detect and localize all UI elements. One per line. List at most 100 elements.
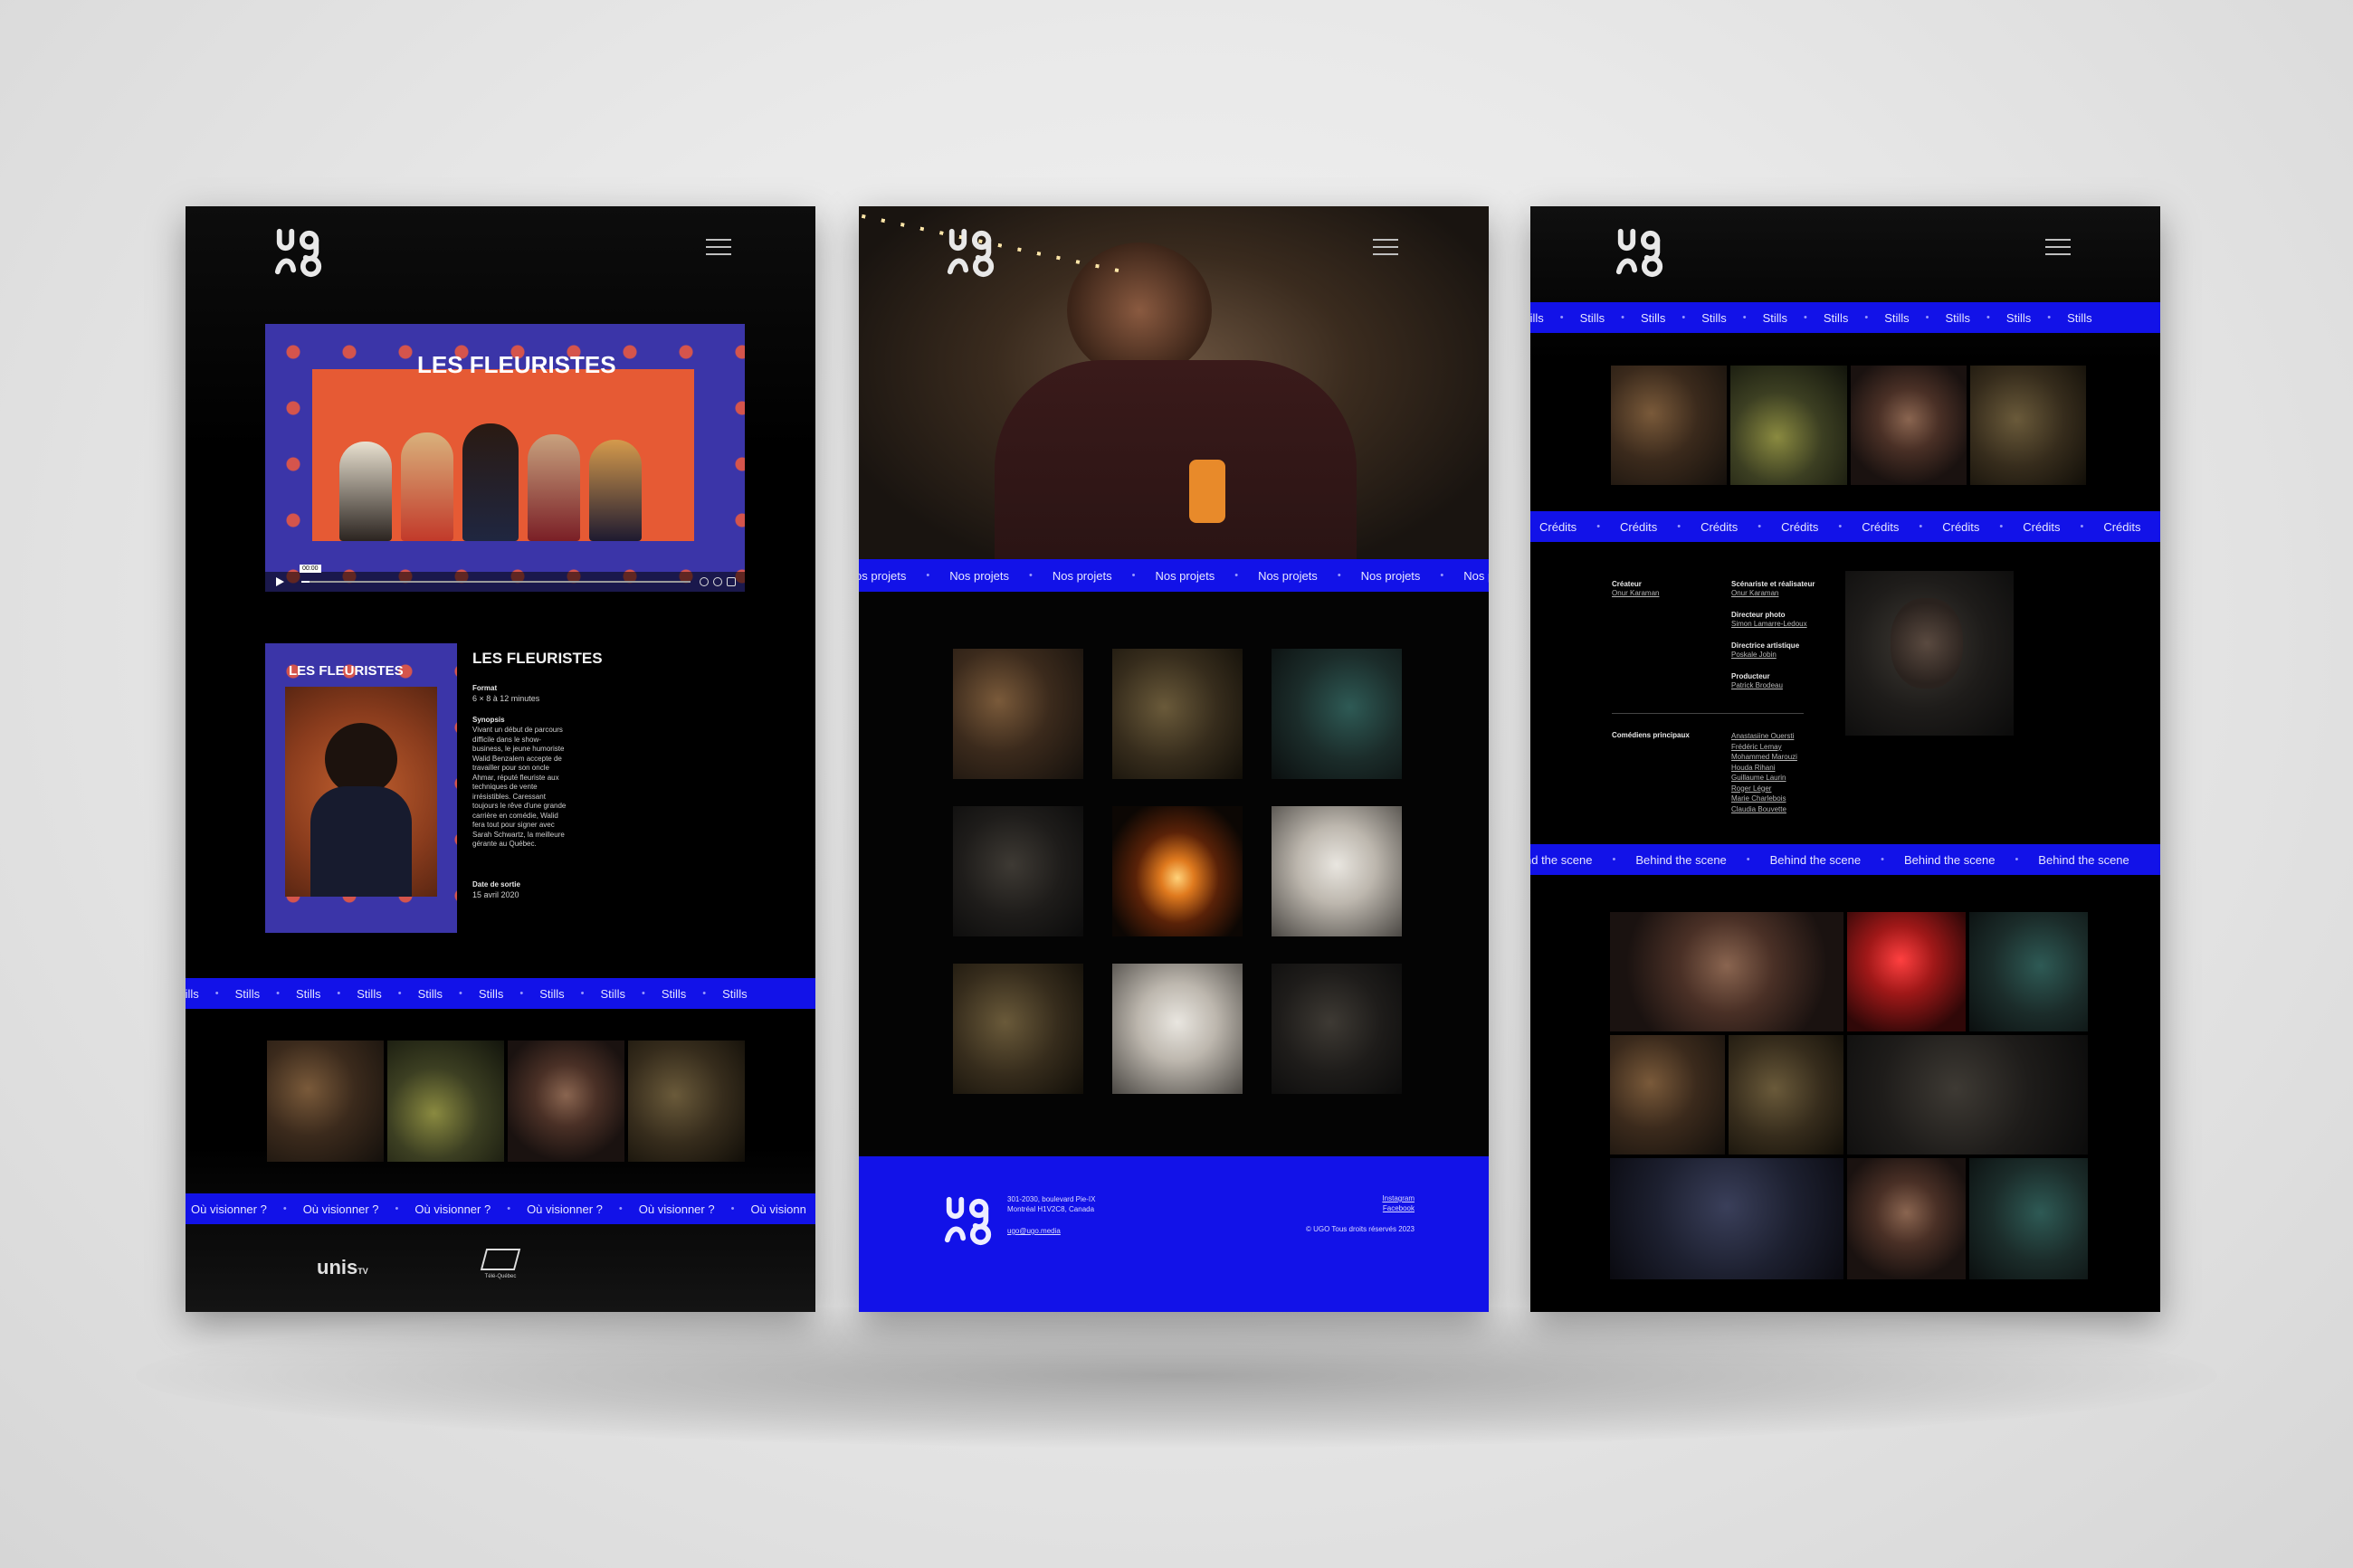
ticker-label[interactable]: Stills [601, 987, 625, 1001]
still-image[interactable] [1730, 366, 1847, 485]
project-thumbnail[interactable] [953, 806, 1083, 936]
ugo-logo[interactable] [272, 226, 325, 279]
ticker-label[interactable]: Où visionner ? [303, 1202, 379, 1216]
ticker-label[interactable]: Où visionn [750, 1202, 805, 1216]
cast-member[interactable]: Guillaume Laurin [1731, 773, 1797, 784]
ticker-label[interactable]: tills [1530, 311, 1544, 325]
cast-member[interactable]: Frédéric Lemay [1731, 742, 1797, 753]
ticker-label[interactable]: Nos projets [1258, 569, 1318, 583]
ticker-label[interactable]: Crédits [2103, 520, 2140, 534]
ugo-logo[interactable] [1614, 226, 1666, 279]
video-progress-bar[interactable] [301, 581, 691, 583]
ticker-label[interactable]: Crédits [1942, 520, 1979, 534]
ticker-label[interactable]: Nos projets [1361, 569, 1421, 583]
ticker-label[interactable]: Où visionner ? [527, 1202, 603, 1216]
ticker-label[interactable]: Stills [296, 987, 320, 1001]
cast-member[interactable]: Anastasiine Ouersti [1731, 731, 1797, 742]
project-thumbnail[interactable] [1112, 806, 1243, 936]
fullscreen-icon[interactable] [727, 577, 736, 586]
ticker-label[interactable]: Crédits [1620, 520, 1657, 534]
bts-image[interactable] [1610, 1158, 1843, 1279]
ticker-label[interactable]: Stills [1946, 311, 1970, 325]
ticker-label[interactable]: Nos projets [949, 569, 1009, 583]
dop-name[interactable]: Simon Lamarre-Ledoux [1731, 620, 1807, 628]
ticker-label[interactable]: Stills [1824, 311, 1848, 325]
ticker-label[interactable]: Stills [1884, 311, 1909, 325]
ticker-label[interactable]: Stills [722, 987, 747, 1001]
unistv-logo[interactable]: unisTV [317, 1256, 368, 1279]
ticker-label[interactable]: Behind the scene [1904, 853, 1995, 867]
cast-member[interactable]: Houda Rihani [1731, 763, 1797, 774]
cast-member[interactable]: Mohammed Marouzi [1731, 752, 1797, 763]
video-player[interactable]: LES FLEURISTES 00:00 [265, 324, 745, 592]
ticker-label[interactable]: Nos projets [1053, 569, 1112, 583]
bts-image[interactable] [1610, 912, 1843, 1031]
ticker-label[interactable]: Nos pro [1463, 569, 1489, 583]
settings-icon[interactable] [713, 577, 722, 586]
hamburger-menu-icon[interactable] [1373, 239, 1398, 257]
volume-icon[interactable] [700, 577, 709, 586]
ticker-label[interactable]: Nos projets [1155, 569, 1215, 583]
ticker-label[interactable]: Où visionner ? [191, 1202, 267, 1216]
project-thumbnail[interactable] [1112, 649, 1243, 779]
still-image[interactable] [387, 1041, 504, 1162]
bts-image[interactable] [1969, 912, 2088, 1031]
ticker-label[interactable]: Stills [479, 987, 503, 1001]
ticker-label[interactable]: os projets [859, 569, 906, 583]
ticker-label[interactable]: Stills [1641, 311, 1665, 325]
ticker-label[interactable]: Stills [2067, 311, 2091, 325]
ticker-label[interactable]: Crédits [1539, 520, 1577, 534]
project-thumbnail[interactable] [1112, 964, 1243, 1094]
ticker-label[interactable]: Crédits [2023, 520, 2060, 534]
hamburger-menu-icon[interactable] [706, 239, 731, 257]
ticker-label[interactable]: Crédits [1781, 520, 1818, 534]
cast-member[interactable]: Claudia Bouvette [1731, 804, 1797, 815]
hamburger-menu-icon[interactable] [2045, 239, 2071, 257]
project-thumbnail[interactable] [953, 649, 1083, 779]
ticker-label[interactable]: Behind the scene [1770, 853, 1861, 867]
ticker-label[interactable]: Crédits [1700, 520, 1738, 534]
footer-email-link[interactable]: ugo@ugo.media [1007, 1227, 1061, 1235]
telequebec-logo[interactable]: Télé-Québec [480, 1249, 521, 1279]
creator-name[interactable]: Onur Karaman [1612, 589, 1659, 597]
bts-image[interactable] [1847, 912, 1966, 1031]
bts-image[interactable] [1729, 1035, 1843, 1155]
ugo-logo-footer[interactable] [942, 1194, 995, 1247]
cast-member[interactable]: Marie Charlebois [1731, 794, 1797, 804]
ticker-label[interactable]: Où visionner ? [414, 1202, 491, 1216]
still-image[interactable] [628, 1041, 745, 1162]
footer-facebook-link[interactable]: Facebook [1383, 1204, 1415, 1212]
still-image[interactable] [1611, 366, 1728, 485]
footer-instagram-link[interactable]: Instagram [1382, 1194, 1415, 1202]
still-image[interactable] [267, 1041, 384, 1162]
ugo-logo[interactable] [945, 226, 997, 279]
project-thumbnail[interactable] [1272, 964, 1402, 1094]
ticker-label[interactable]: nd the scene [1530, 853, 1592, 867]
ticker-label[interactable]: Behind the scene [1635, 853, 1726, 867]
ticker-label[interactable]: Behind the scene [2038, 853, 2129, 867]
still-image[interactable] [1850, 366, 1967, 485]
ticker-label[interactable]: Crédits [1862, 520, 1899, 534]
ticker-label[interactable]: Stills [1763, 311, 1787, 325]
ticker-label[interactable]: Stills [235, 987, 260, 1001]
producer-name[interactable]: Patrick Brodeau [1731, 681, 1783, 689]
project-thumbnail[interactable] [1272, 649, 1402, 779]
ticker-label[interactable]: Stills [2006, 311, 2031, 325]
project-thumbnail[interactable] [1272, 806, 1402, 936]
still-image[interactable] [508, 1041, 624, 1162]
ticker-label[interactable]: Stills [357, 987, 381, 1001]
ticker-label[interactable]: Stills [1580, 311, 1605, 325]
bts-image[interactable] [1610, 1035, 1725, 1155]
bts-image[interactable] [1969, 1158, 2088, 1279]
cast-member[interactable]: Roger Léger [1731, 784, 1797, 794]
ticker-label[interactable]: Stills [662, 987, 686, 1001]
bts-image[interactable] [1847, 1158, 1966, 1279]
still-image[interactable] [1969, 366, 2086, 485]
ticker-label[interactable]: Stills [418, 987, 443, 1001]
ticker-label[interactable]: tills [186, 987, 199, 1001]
ticker-label[interactable]: Stills [1701, 311, 1726, 325]
art-director-name[interactable]: Poskale Jobin [1731, 651, 1777, 659]
project-thumbnail[interactable] [953, 964, 1083, 1094]
play-icon[interactable] [276, 577, 284, 586]
writer-director-name[interactable]: Onur Karaman [1731, 589, 1778, 597]
